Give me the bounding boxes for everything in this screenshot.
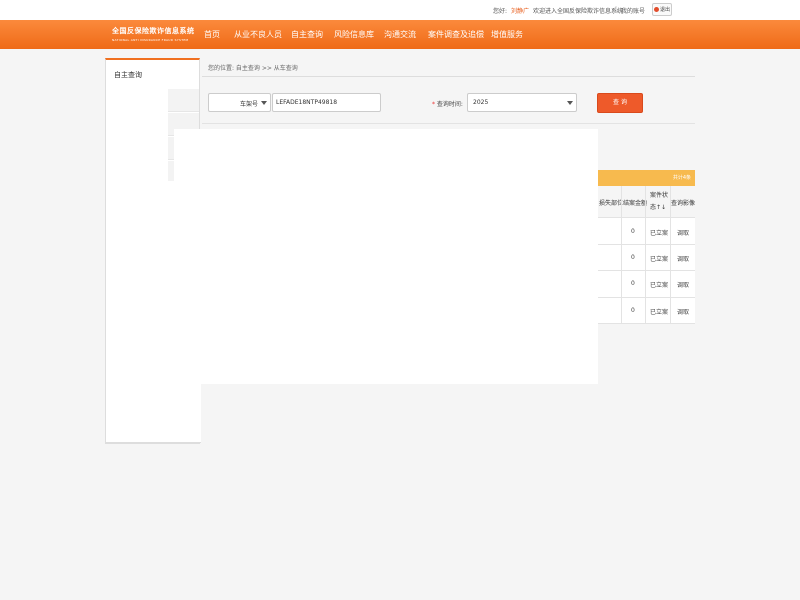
user-name[interactable]: 刘静广: [511, 6, 529, 15]
query-time-label: * 查询时间:: [432, 99, 463, 108]
redacted-region: [105, 181, 201, 443]
system-logo[interactable]: 全国反保险欺诈信息系统 NATIONAL ANTI INSURANCE FRAU…: [112, 26, 195, 42]
logout-button[interactable]: 退出: [652, 3, 672, 16]
top-separator: |: [615, 6, 618, 13]
cell-settle-amount: 0: [631, 280, 635, 287]
nav-bad-practitioners[interactable]: 从业不良人员: [234, 29, 282, 40]
form-divider: [202, 123, 695, 124]
breadcrumb-divider: [202, 76, 695, 77]
year-select[interactable]: 2025: [467, 93, 577, 112]
cell-settle-amount: 0: [631, 228, 635, 235]
greeting-text: 您好:: [493, 8, 508, 15]
sidebar-title[interactable]: 自主查询: [114, 70, 142, 80]
my-account-link[interactable]: 我的账号: [621, 6, 645, 15]
cell-settle-amount: 0: [631, 254, 635, 261]
column-divider: [621, 186, 622, 323]
vin-input[interactable]: [272, 93, 381, 112]
column-divider: [645, 186, 646, 323]
top-bar: 您好: 刘静广 欢迎进入全国反保险欺诈信息系统 | 我的账号 退出: [0, 0, 800, 20]
cell-fetch-image-link[interactable]: 调取: [677, 254, 689, 263]
sidebar-item[interactable]: [168, 89, 199, 112]
col-header-settle-amount: 结案金额: [623, 200, 648, 207]
logout-label: 退出: [660, 7, 671, 13]
required-mark: *: [432, 101, 435, 108]
chevron-down-icon: [567, 101, 573, 105]
query-button[interactable]: 查 询: [597, 93, 643, 113]
col-header-query-image: 查询影像: [671, 200, 696, 207]
row-divider: [598, 323, 695, 324]
cell-fetch-image-link[interactable]: 调取: [677, 307, 689, 316]
breadcrumb: 您的位置: 自主查询 >> 从车查询: [208, 65, 298, 72]
main-nav: 全国反保险欺诈信息系统 NATIONAL ANTI INSURANCE FRAU…: [0, 20, 800, 49]
power-icon: [654, 7, 659, 12]
nav-value-added[interactable]: 增值服务: [491, 29, 523, 40]
col-header-loss-part: 损失部位: [599, 200, 624, 207]
cell-fetch-image-link[interactable]: 调取: [677, 228, 689, 237]
cell-settle-amount: 0: [631, 307, 635, 314]
year-value: 2025: [473, 99, 489, 106]
nav-home[interactable]: 首页: [204, 29, 220, 40]
redacted-region: [174, 129, 598, 384]
search-type-select[interactable]: 车架号: [208, 93, 271, 112]
logo-title-en: NATIONAL ANTI INSURANCE FRAUD SYSTEM: [112, 38, 189, 42]
cell-case-status: 已立案: [650, 282, 669, 289]
welcome-text: 欢迎进入全国反保险欺诈信息系统: [533, 8, 624, 15]
nav-communication[interactable]: 沟通交流: [384, 29, 416, 40]
query-time-text: 查询时间:: [436, 101, 463, 108]
cell-case-status: 已立案: [650, 256, 669, 263]
col-header-case-status[interactable]: 案件状态↑↓: [650, 190, 670, 214]
nav-risk-db[interactable]: 风险信息库: [334, 29, 374, 40]
total-count: 共计4条: [672, 175, 691, 181]
cell-fetch-image-link[interactable]: 调取: [677, 280, 689, 289]
results-header-bar: 共计4条: [598, 170, 695, 186]
chevron-down-icon: [261, 101, 267, 105]
cell-case-status: 已立案: [650, 309, 669, 316]
logo-title-cn: 全国反保险欺诈信息系统: [112, 26, 195, 35]
search-type-value: 车架号: [239, 101, 258, 108]
cell-case-status: 已立案: [650, 230, 669, 237]
nav-self-query[interactable]: 自主查询: [291, 29, 323, 40]
column-divider: [670, 186, 671, 323]
nav-case-investigation[interactable]: 案件调查及追偿: [428, 29, 484, 40]
